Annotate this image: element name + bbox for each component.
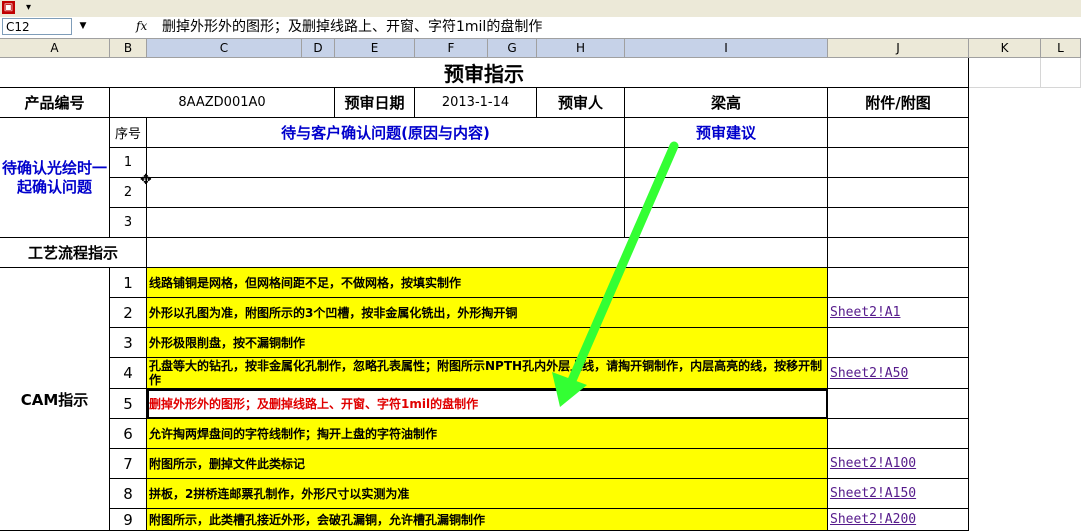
fx-icon[interactable]: fx — [136, 18, 147, 35]
confirm-row-attachment[interactable] — [828, 148, 969, 178]
column-header[interactable]: A — [0, 39, 110, 58]
cam-row-number[interactable]: 8 — [110, 479, 147, 509]
reviewer-label[interactable]: 预审人 — [537, 88, 625, 118]
column-header[interactable]: E — [335, 39, 415, 58]
cam-row-number[interactable]: 4 — [110, 358, 147, 389]
formula-bar: C12 ▼ fx 删掉外形外的图形；及删掉线路上、开窗、字符1mil的盘制作 — [0, 17, 1081, 39]
confirm-row-number[interactable]: 3 — [110, 208, 147, 238]
cam-row-text[interactable]: 外形极限削盘，按不漏铜制作 — [147, 328, 828, 358]
seq-label[interactable]: 序号 — [110, 118, 147, 148]
name-box[interactable]: C12 — [2, 18, 72, 35]
cam-row-text[interactable]: 附图所示，删掉文件此类标记 — [147, 449, 828, 479]
confirm-row-content[interactable] — [147, 208, 625, 238]
cam-row-link — [828, 419, 969, 449]
column-header[interactable]: K — [969, 39, 1041, 58]
confirm-row-advice[interactable] — [625, 178, 828, 208]
dropdown-icon[interactable]: ▾ — [22, 1, 35, 14]
reviewer-value[interactable]: 梁高 — [625, 88, 828, 118]
process-attachment-cell[interactable] — [828, 238, 969, 268]
confirm-row-content[interactable] — [147, 148, 625, 178]
confirm-header[interactable]: 待与客户确认问题(原因与内容) — [147, 118, 625, 148]
column-header[interactable]: J — [828, 39, 969, 58]
product-label[interactable]: 产品编号 — [0, 88, 110, 118]
column-header[interactable]: C — [147, 39, 302, 58]
column-header[interactable]: G — [488, 39, 537, 58]
cam-row-number[interactable]: 5 — [110, 389, 147, 419]
cam-row-text[interactable]: 拼板，2拼桥连邮票孔制作，外形尺寸以实测为准 — [147, 479, 828, 509]
attachment-label[interactable]: 附件/附图 — [828, 88, 969, 118]
cam-row-text[interactable]: 线路铺铜是网格，但网格间距不足，不做网格，按填实制作 — [147, 268, 828, 298]
cam-row-number[interactable]: 3 — [110, 328, 147, 358]
confirm-row-attachment[interactable] — [828, 178, 969, 208]
title-strip: ▣ ▾ — [0, 0, 1081, 18]
cam-row-link[interactable]: Sheet2!A200 — [828, 509, 969, 531]
sheet-title[interactable]: 预审指示 — [0, 58, 969, 88]
cam-row-link — [828, 268, 969, 298]
column-header[interactable]: L — [1041, 39, 1081, 58]
name-box-dropdown-icon[interactable]: ▼ — [74, 18, 92, 35]
cell-cursor-icon: ✥ — [140, 172, 152, 188]
date-value[interactable]: 2013-1-14 — [415, 88, 537, 118]
column-header[interactable]: B — [110, 39, 147, 58]
process-label[interactable]: 工艺流程指示 — [0, 238, 147, 268]
cam-row-text[interactable]: 删掉外形外的图形；及删掉线路上、开窗、字符1mil的盘制作 — [147, 389, 828, 419]
cam-row-link[interactable]: Sheet2!A50 — [828, 358, 969, 389]
cell-l[interactable] — [1041, 58, 1081, 88]
cam-row-text[interactable]: 允许掏两焊盘间的字符线制作；掏开上盘的字符油制作 — [147, 419, 828, 449]
process-cell[interactable] — [147, 238, 828, 268]
confirm-row-advice[interactable] — [625, 208, 828, 238]
cam-row-number[interactable]: 7 — [110, 449, 147, 479]
column-header[interactable]: D — [302, 39, 335, 58]
excel-icon[interactable]: ▣ — [2, 1, 15, 14]
pending-label[interactable]: 待确认光绘时一起确认问题 — [0, 118, 110, 238]
column-header[interactable]: I — [625, 39, 828, 58]
cam-row-text[interactable]: 外形以孔图为准，附图所示的3个凹槽，按非金属化铣出，外形掏开铜 — [147, 298, 828, 328]
cam-row-text[interactable]: 孔盘等大的钻孔，按非金属化孔制作，忽略孔表属性；附图所示NPTH孔内外层上线，请… — [147, 358, 828, 389]
confirm-row-content[interactable] — [147, 178, 625, 208]
cam-row-link — [828, 328, 969, 358]
column-header[interactable]: F — [415, 39, 488, 58]
cell-k[interactable] — [969, 58, 1041, 88]
attachment-cell[interactable] — [828, 118, 969, 148]
cam-row-link[interactable]: Sheet2!A150 — [828, 479, 969, 509]
formula-content[interactable]: 删掉外形外的图形；及删掉线路上、开窗、字符1mil的盘制作 — [162, 18, 542, 37]
column-header[interactable]: H — [537, 39, 625, 58]
cam-label[interactable]: CAM指示 — [0, 268, 110, 531]
cam-row-link — [828, 389, 969, 419]
cam-row-number[interactable]: 1 — [110, 268, 147, 298]
cam-row-number[interactable]: 6 — [110, 419, 147, 449]
cam-row-link[interactable]: Sheet2!A100 — [828, 449, 969, 479]
cam-row-number[interactable]: 2 — [110, 298, 147, 328]
cam-row-link[interactable]: Sheet2!A1 — [828, 298, 969, 328]
cam-row-number[interactable]: 9 — [110, 509, 147, 531]
product-value[interactable]: 8AAZD001A0 — [110, 88, 335, 118]
date-label[interactable]: 预审日期 — [335, 88, 415, 118]
confirm-row-attachment[interactable] — [828, 208, 969, 238]
advice-header[interactable]: 预审建议 — [625, 118, 828, 148]
confirm-row-advice[interactable] — [625, 148, 828, 178]
cam-row-text[interactable]: 附图所示，此类槽孔接近外形，会破孔漏铜，允许槽孔漏铜制作 — [147, 509, 828, 531]
